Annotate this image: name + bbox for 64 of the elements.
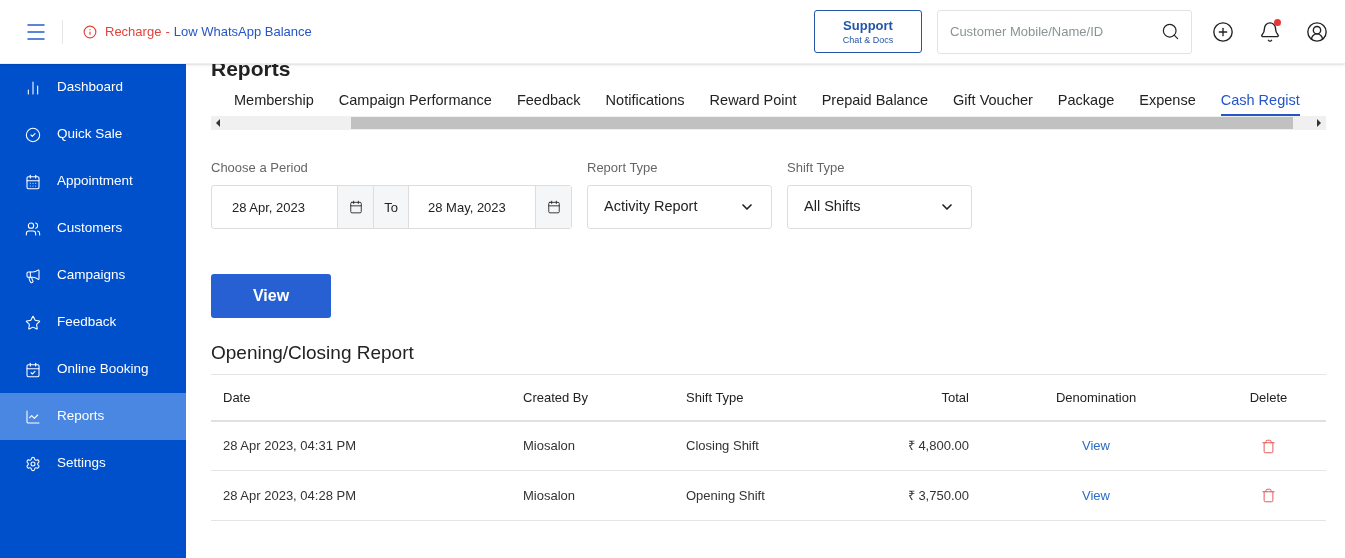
table-cell: ₹ 4,800.00 [874,420,981,471]
report-tab[interactable]: Package [1057,90,1115,116]
report-tab[interactable]: Campaign Performance [338,90,492,116]
chart-icon [25,79,41,96]
alert-text: Recharge [105,22,162,41]
report-tab[interactable]: Gift Voucher [953,90,1033,116]
page-title: Reports [211,56,292,82]
shift-type-select[interactable]: All Shifts [787,185,972,230]
settings-icon [25,455,41,472]
sidebar-item[interactable]: Settings [0,440,186,487]
sidebar-item[interactable]: Campaigns [0,252,186,299]
field-label: Shift Type [787,158,846,177]
alert-separator: - [165,22,170,41]
support-button[interactable]: Support Chat & Docs [814,10,922,53]
column-header: Denomination [981,374,1211,421]
horizontal-scrollbar[interactable] [211,115,1326,130]
column-header: Delete [1211,374,1326,421]
table-cell: 28 Apr 2023, 04:31 PM [211,420,511,471]
delete-icon[interactable] [1261,488,1276,504]
report-tab[interactable]: Prepaid Balance [821,90,929,116]
calendar-icon [25,173,41,190]
sidebar-item[interactable]: Dashboard [0,64,186,111]
check-circle-icon [25,126,41,143]
report-tab[interactable]: Membership [234,90,314,116]
field-label: Report Type [587,158,659,177]
report-tab[interactable]: Feedback [516,90,581,116]
star-icon [25,314,41,331]
table-cell: Miosalon [511,470,674,521]
table-cell: 28 Apr 2023, 04:28 PM [211,470,511,521]
view-button[interactable]: View [211,274,331,319]
search-icon[interactable] [1161,21,1180,41]
column-header: Total [874,374,981,421]
sidebar-item[interactable]: Appointment [0,158,186,205]
bell-icon[interactable] [1259,20,1281,43]
sidebar-item[interactable]: Quick Sale [0,111,186,158]
table-cell: Closing Shift [674,420,874,471]
report-type-select[interactable]: Activity Report [587,185,772,230]
user-icon[interactable] [1306,20,1328,43]
table-cell: Miosalon [511,420,674,471]
report-title: Opening/Closing Report [211,341,415,366]
alert-link[interactable]: Low WhatsApp Balance [173,21,312,42]
sidebar-item[interactable]: Reports [0,393,186,440]
column-header: Created By [511,374,674,421]
table-cell: ₹ 3,750.00 [874,470,981,521]
delete-icon[interactable] [1261,438,1276,454]
table-cell: Opening Shift [674,470,874,521]
report-tab[interactable]: Reward Point [709,90,797,116]
alert-icon [83,24,97,39]
add-icon[interactable] [1212,20,1234,43]
calendar-check-icon [25,361,41,378]
search-field[interactable]: Customer Mobile/Name/ID [937,9,1192,54]
sidebar-item[interactable]: Customers [0,205,186,252]
megaphone-icon [25,267,41,284]
report-tab[interactable]: Expense [1139,90,1196,116]
column-header: Shift Type [674,374,874,421]
view-link[interactable]: View [1082,488,1110,503]
field-label: Choose a Period [211,158,309,177]
line-chart-icon [25,408,41,425]
view-link[interactable]: View [1082,438,1110,454]
people-icon [25,220,41,237]
sidebar-item[interactable]: Online Booking [0,346,186,393]
sidebar-item[interactable]: Feedback [0,299,186,346]
column-header: Date [211,374,511,421]
report-tab[interactable]: Notifications [605,90,685,116]
